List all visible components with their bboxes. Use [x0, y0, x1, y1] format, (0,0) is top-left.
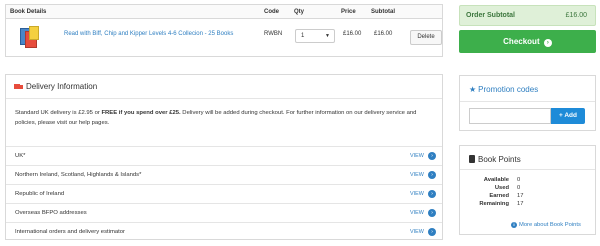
header-book-details: Book Details — [10, 9, 47, 15]
arrow-circle-right-icon: › — [543, 39, 552, 47]
view-link[interactable]: VIEW — [410, 229, 424, 235]
delivery-row-international[interactable]: International orders and delivery estima… — [6, 222, 442, 241]
book-icon — [469, 155, 475, 163]
delivery-region-name: Republic of Ireland — [15, 191, 65, 197]
order-subtotal-panel: Order Subtotal £16.00 — [459, 5, 596, 26]
delivery-region-name: Overseas BFPO addresses — [15, 210, 87, 216]
truck-icon — [14, 84, 23, 90]
promotion-codes-panel: ★ Promotion codes + Add — [459, 75, 596, 131]
checkout-button[interactable]: Checkout › — [459, 30, 596, 53]
delivery-row-bfpo[interactable]: Overseas BFPO addresses VIEW › — [6, 203, 442, 222]
more-about-book-points-link[interactable]: i More about Book Points — [511, 222, 581, 228]
delivery-info-text: Standard UK delivery is £2.95 or FREE if… — [15, 108, 435, 128]
product-price: £16.00 — [343, 31, 362, 37]
view-link[interactable]: VIEW — [410, 153, 424, 159]
order-subtotal-value: £16.00 — [565, 12, 587, 19]
points-row-earned: Earned 17 — [460, 193, 595, 201]
divider — [460, 101, 595, 102]
points-label: Earned — [489, 193, 509, 199]
quantity-value: 1 — [301, 33, 305, 39]
arrow-circle-right-icon[interactable]: › — [428, 152, 436, 160]
header-subtotal: Subtotal — [371, 9, 395, 15]
divider — [460, 169, 595, 170]
delivery-title: Delivery Information — [26, 82, 98, 91]
points-label: Remaining — [479, 201, 509, 207]
more-about-book-points-text: More about Book Points — [519, 222, 581, 228]
book-points-title-text: Book Points — [478, 155, 521, 164]
points-value: 17 — [517, 193, 524, 199]
header-qty: Qty — [294, 9, 305, 15]
book-points-title: Book Points — [469, 155, 521, 164]
star-icon: ★ — [469, 85, 477, 94]
basket-table: Book Details Code Qty Price Subtotal Rea… — [5, 4, 443, 57]
delivery-info-bold: FREE if you spend over £25. — [101, 110, 181, 116]
promo-code-input[interactable] — [469, 108, 551, 124]
view-link[interactable]: VIEW — [410, 210, 424, 216]
points-row-remaining: Remaining 17 — [460, 201, 595, 209]
points-label: Available — [483, 177, 509, 183]
product-title-link[interactable]: Read with Biff, Chip and Kipper Levels 4… — [64, 31, 233, 37]
book-points-panel: Book Points Available 0 Used 0 Earned 17… — [459, 145, 596, 235]
arrow-circle-right-icon[interactable]: › — [428, 209, 436, 217]
points-row-available: Available 0 — [460, 177, 595, 185]
points-value: 0 — [517, 185, 521, 191]
points-value: 0 — [517, 177, 521, 183]
delivery-row-ni-scotland[interactable]: Northern Ireland, Scotland, Highlands & … — [6, 165, 442, 184]
arrow-circle-right-icon[interactable]: › — [428, 190, 436, 198]
order-subtotal-label: Order Subtotal — [466, 12, 516, 19]
promotion-codes-title: ★ Promotion codes — [469, 85, 538, 94]
view-link[interactable]: VIEW — [410, 172, 424, 178]
view-link[interactable]: VIEW — [410, 191, 424, 197]
header-code: Code — [264, 9, 279, 15]
book-thumbnail[interactable] — [20, 26, 40, 50]
add-promo-button[interactable]: + Add — [551, 108, 585, 124]
delete-button[interactable]: Delete — [410, 30, 442, 45]
delivery-info-prefix: Standard UK delivery is £2.95 or — [15, 110, 102, 116]
delivery-region-name: International orders and delivery estima… — [15, 229, 126, 235]
delivery-header: Delivery Information — [6, 75, 442, 99]
points-label: Used — [494, 185, 509, 191]
delivery-row-ireland[interactable]: Republic of Ireland VIEW › — [6, 184, 442, 203]
delivery-region-name: Northern Ireland, Scotland, Highlands & … — [15, 172, 142, 178]
delivery-region-name: UK* — [15, 153, 26, 159]
product-subtotal: £16.00 — [374, 31, 393, 37]
points-row-used: Used 0 — [460, 185, 595, 193]
product-code: RWBN — [264, 31, 283, 37]
quantity-select[interactable]: 1 ▼ — [295, 29, 335, 43]
checkout-label: Checkout — [503, 37, 540, 46]
basket-header-row: Book Details Code Qty Price Subtotal — [6, 5, 442, 19]
delivery-row-uk[interactable]: UK* VIEW › — [6, 146, 442, 165]
arrow-circle-right-icon[interactable]: › — [428, 228, 436, 236]
arrow-circle-right-icon[interactable]: › — [428, 171, 436, 179]
points-value: 17 — [517, 201, 524, 207]
info-circle-icon: i — [511, 222, 517, 228]
delivery-information-panel: Delivery Information Standard UK deliver… — [5, 74, 443, 240]
chevron-down-icon: ▼ — [325, 33, 330, 39]
promotion-codes-title-text: Promotion codes — [478, 85, 539, 94]
header-price: Price — [341, 9, 356, 15]
